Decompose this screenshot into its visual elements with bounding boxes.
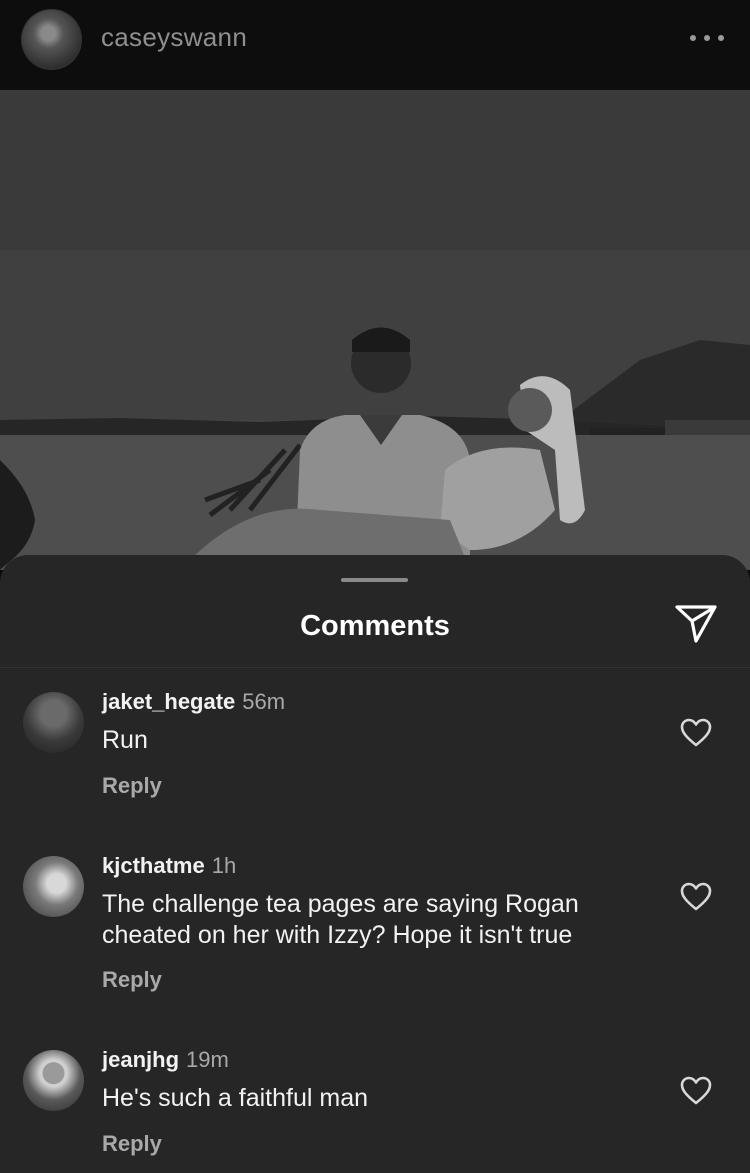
photo-scene [0,90,750,570]
sheet-drag-handle[interactable] [341,578,408,582]
avatar[interactable] [21,9,82,70]
comment-username[interactable]: jeanjhg [102,1047,179,1072]
comment-text: He's such a faithful man [102,1084,369,1112]
like-heart-icon[interactable] [680,1076,712,1106]
comment-username[interactable]: jaket_hegate [102,689,235,714]
avatar[interactable] [23,1050,84,1111]
more-options-icon[interactable] [690,28,724,48]
reply-button[interactable]: Reply [102,967,162,993]
comment-header: jeanjhg 19m [102,1047,229,1073]
post-author-username[interactable]: caseyswann [101,22,247,53]
reply-button[interactable]: Reply [102,773,162,799]
comment-header: kjcthatme 1h [102,853,236,879]
comments-sheet: Comments jaket_hegate 56m Run Reply kjcth… [0,555,750,1173]
avatar[interactable] [23,856,84,917]
like-heart-icon[interactable] [680,718,712,748]
comment-timestamp: 1h [211,853,237,878]
comment-timestamp: 56m [242,689,286,714]
avatar[interactable] [23,692,84,753]
reply-button[interactable]: Reply [102,1131,162,1157]
like-heart-icon[interactable] [680,882,712,912]
comment-header: jaket_hegate 56m [102,689,285,715]
post-photo[interactable] [0,90,750,570]
sheet-title: Comments [300,610,450,642]
comment-text: Run [102,726,148,754]
comment-username[interactable]: kjcthatme [102,853,205,878]
comment-text: The challenge tea pages are saying Rogan… [102,890,579,949]
share-send-icon[interactable] [674,603,718,645]
comment-timestamp: 19m [186,1047,229,1072]
divider [0,667,750,668]
post-header: caseyswann [0,0,750,90]
